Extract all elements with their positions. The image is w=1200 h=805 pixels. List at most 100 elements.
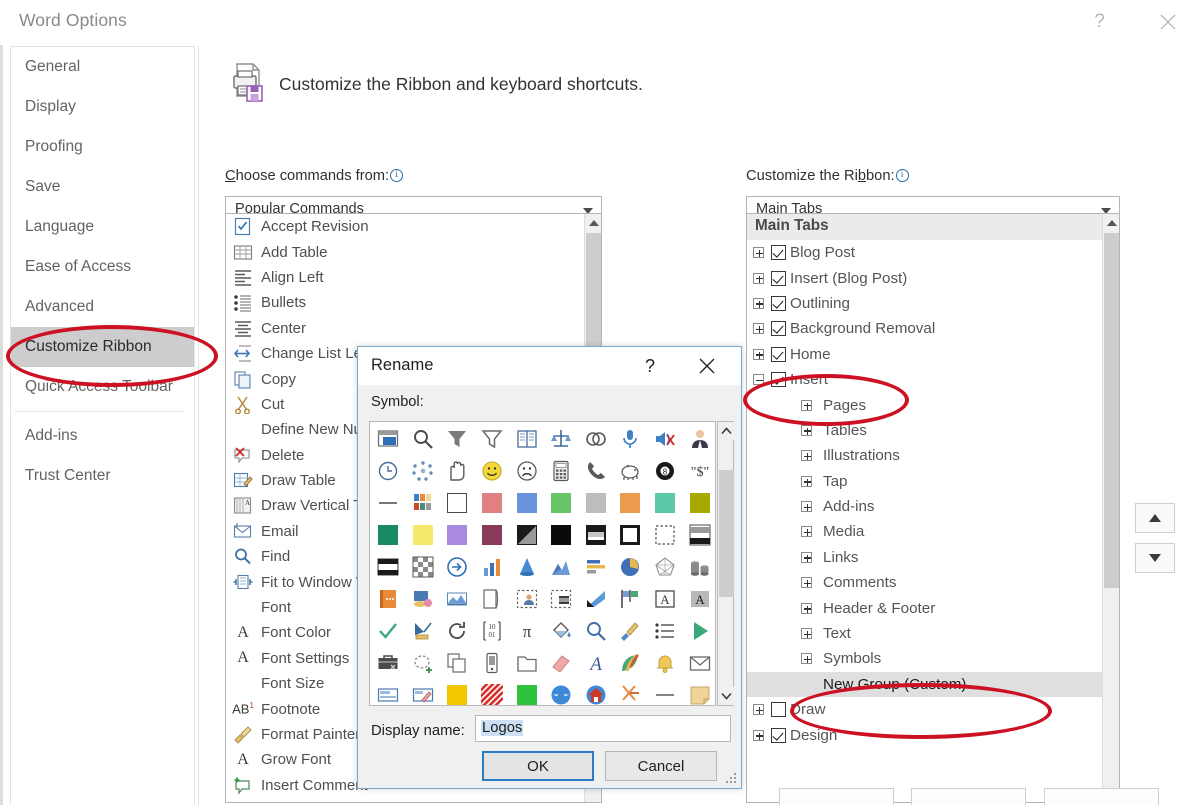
tree-checkbox[interactable]	[771, 728, 786, 743]
filter-outline-icon[interactable]	[475, 423, 510, 455]
sidebar-item-advanced[interactable]: Advanced	[11, 287, 194, 327]
script-a-icon[interactable]: A	[579, 647, 614, 679]
browser-icon[interactable]	[544, 679, 579, 706]
smiley-sad-icon[interactable]	[509, 455, 544, 487]
footer-button-3[interactable]	[1044, 788, 1159, 805]
book-icon[interactable]	[509, 423, 544, 455]
bar-chart-icon[interactable]	[475, 551, 510, 583]
collapse-icon[interactable]	[753, 374, 764, 385]
expand-icon[interactable]	[801, 501, 812, 512]
photo-chart-icon[interactable]	[440, 583, 475, 615]
tree-row[interactable]: Outlining	[747, 291, 1119, 316]
toolbox-icon[interactable]	[371, 647, 406, 679]
tree-checkbox[interactable]	[771, 702, 786, 717]
banner-black-icon[interactable]	[579, 519, 614, 551]
radar-chart-icon[interactable]	[648, 551, 683, 583]
sidebar-item-customize-ribbon[interactable]: Customize Ribbon	[11, 327, 194, 367]
feather-icon[interactable]	[613, 647, 648, 679]
square-lavender-icon[interactable]	[440, 519, 475, 551]
tree-row[interactable]: Media	[747, 519, 1119, 544]
pie-chart-icon[interactable]	[613, 551, 648, 583]
expand-icon[interactable]	[753, 273, 764, 284]
tree-row[interactable]: Comments	[747, 570, 1119, 595]
scroll-up-button[interactable]	[585, 214, 602, 232]
sidebar-item-quick-access-toolbar[interactable]: Quick Access Toolbar	[11, 367, 194, 407]
sticky-note-icon[interactable]	[682, 679, 716, 706]
tree-checkbox[interactable]	[771, 321, 786, 336]
expand-icon[interactable]	[801, 603, 812, 614]
expand-icon[interactable]	[801, 526, 812, 537]
tree-checkbox[interactable]	[771, 372, 786, 387]
play-triangle-icon[interactable]	[682, 615, 716, 647]
color-blocks-icon[interactable]	[406, 487, 441, 519]
info-icon[interactable]: i	[390, 169, 403, 182]
close-icon[interactable]	[1145, 4, 1190, 40]
banner-gray-icon[interactable]	[682, 519, 716, 551]
square-blue-icon[interactable]	[509, 487, 544, 519]
expand-icon[interactable]	[801, 400, 812, 411]
resize-grip[interactable]	[726, 773, 738, 785]
network-dots-icon[interactable]	[406, 455, 441, 487]
microphone-icon[interactable]	[613, 423, 648, 455]
card-stack-icon[interactable]	[406, 583, 441, 615]
expand-icon[interactable]	[801, 653, 812, 664]
folder-icon[interactable]	[509, 647, 544, 679]
expand-icon[interactable]	[753, 730, 764, 741]
mountain-chart-icon[interactable]	[544, 551, 579, 583]
pi-icon[interactable]: π	[509, 615, 544, 647]
tree-row[interactable]: Insert	[747, 367, 1119, 392]
scrollbar-thumb[interactable]	[1104, 233, 1119, 588]
page-blank-icon[interactable]	[475, 583, 510, 615]
document-mobile-icon[interactable]	[475, 647, 510, 679]
cylinder-chart-icon[interactable]	[682, 551, 716, 583]
scissors-cut-icon[interactable]	[613, 679, 648, 706]
command-list-item[interactable]: Center	[226, 316, 601, 341]
expand-icon[interactable]	[801, 450, 812, 461]
scroll-down-button[interactable]	[718, 687, 735, 705]
tree-row[interactable]: Tables	[747, 418, 1119, 443]
square-red-icon[interactable]	[475, 487, 510, 519]
command-list-item[interactable]: Bullets	[226, 290, 601, 315]
scrollbar-thumb[interactable]	[719, 470, 734, 597]
hand-stop-icon[interactable]	[440, 455, 475, 487]
symbol-scrollbar[interactable]	[717, 421, 734, 706]
sidebar-item-general[interactable]: General	[11, 47, 194, 87]
dashed-square-icon[interactable]	[648, 519, 683, 551]
ribbon-tree[interactable]: Main TabsBlog PostInsert (Blog Post)Outl…	[747, 214, 1119, 802]
zoom-icon[interactable]	[579, 615, 614, 647]
move-down-button[interactable]	[1135, 543, 1175, 573]
tree-row[interactable]: Symbols	[747, 646, 1119, 671]
sidebar-item-language[interactable]: Language	[11, 207, 194, 247]
phone-icon[interactable]	[579, 455, 614, 487]
balance-scale-icon[interactable]	[544, 423, 579, 455]
footer-button-1[interactable]	[779, 788, 894, 805]
scroll-up-button[interactable]	[1103, 214, 1120, 232]
flag-pair-icon[interactable]	[613, 583, 648, 615]
square-gradient-icon[interactable]	[509, 519, 544, 551]
sidebar-item-save[interactable]: Save	[11, 167, 194, 207]
ribbon-tree-listbox[interactable]: Main TabsBlog PostInsert (Blog Post)Outl…	[746, 213, 1120, 803]
cheque-icon[interactable]	[371, 679, 406, 706]
checkerboard-icon[interactable]	[406, 551, 441, 583]
expand-icon[interactable]	[801, 628, 812, 639]
eraser-icon[interactable]	[544, 647, 579, 679]
tree-row[interactable]: Pages	[747, 392, 1119, 417]
square-yellow-icon[interactable]	[406, 519, 441, 551]
filmstrip-icon[interactable]	[371, 551, 406, 583]
footer-button-2[interactable]	[911, 788, 1026, 805]
smiley-happy-icon[interactable]	[475, 455, 510, 487]
pen-ruler-icon[interactable]	[406, 615, 441, 647]
move-up-button[interactable]	[1135, 503, 1175, 533]
rename-close-icon[interactable]	[690, 353, 724, 379]
clock-icon[interactable]	[371, 455, 406, 487]
arrow-circle-icon[interactable]	[440, 551, 475, 583]
rename-help-button[interactable]: ?	[634, 353, 666, 379]
info-icon[interactable]: i	[896, 169, 909, 182]
expand-icon[interactable]	[801, 476, 812, 487]
dashed-film-icon[interactable]	[544, 583, 579, 615]
tree-row[interactable]: Add-ins	[747, 494, 1119, 519]
expand-icon[interactable]	[801, 552, 812, 563]
tree-row[interactable]: Insert (Blog Post)	[747, 265, 1119, 290]
square-orange-icon[interactable]	[613, 487, 648, 519]
square-green-icon[interactable]	[544, 487, 579, 519]
